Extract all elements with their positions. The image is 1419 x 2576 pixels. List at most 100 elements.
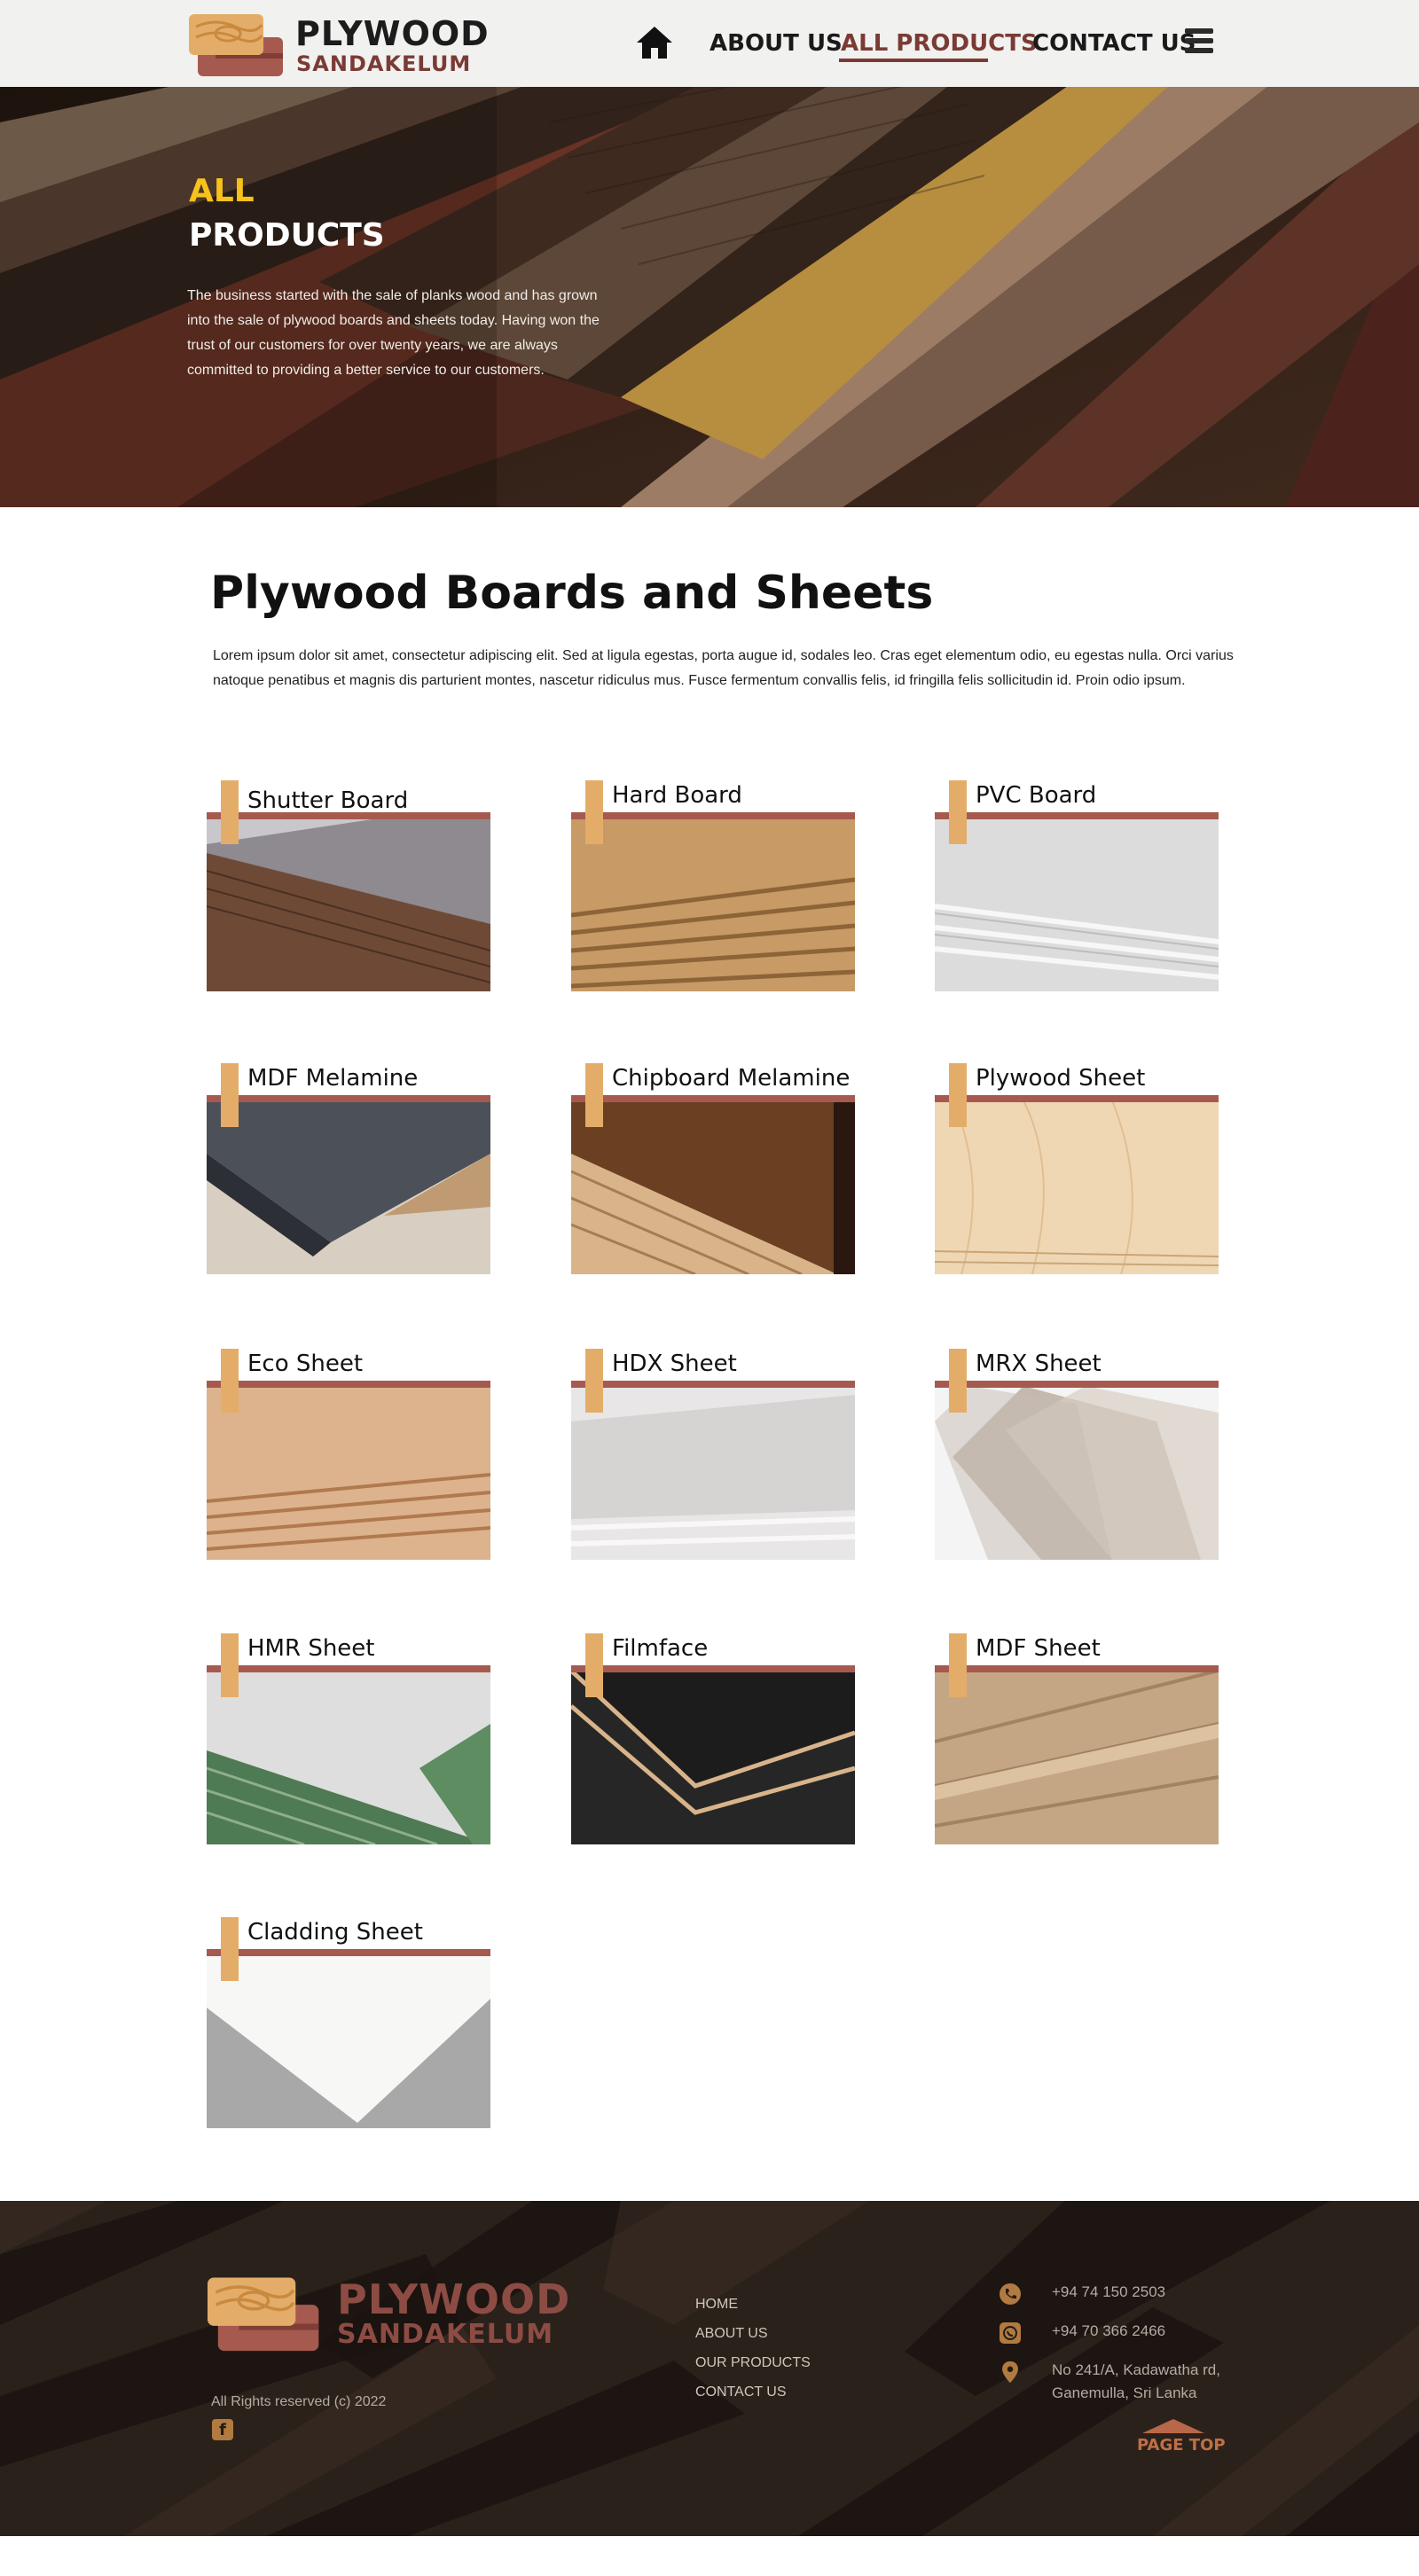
product-label[interactable]: Chipboard Melamine bbox=[612, 1063, 850, 1093]
contact-address-line1: No 241/A, Kadawatha rd, bbox=[1052, 2361, 1220, 2378]
phone-icon bbox=[1000, 2283, 1021, 2305]
location-pin-icon bbox=[1002, 2361, 1018, 2384]
product-title-bar bbox=[935, 1381, 1219, 1388]
footer-link-home[interactable]: HOME bbox=[695, 2290, 811, 2319]
product-title-bar bbox=[935, 812, 1219, 819]
product-title-bar bbox=[207, 1381, 490, 1388]
product-image[interactable] bbox=[207, 1671, 490, 1844]
product-image[interactable] bbox=[207, 1954, 490, 2128]
product-image[interactable] bbox=[935, 1671, 1219, 1844]
product-title-bar bbox=[207, 1949, 490, 1956]
product-label[interactable]: Hard Board bbox=[612, 780, 742, 810]
page-top-button[interactable]: PAGE TOP bbox=[1133, 2419, 1226, 2467]
whatsapp-icon bbox=[1000, 2322, 1021, 2344]
product-image[interactable] bbox=[571, 1671, 855, 1844]
product-tag-accent bbox=[585, 1063, 603, 1127]
product-image[interactable] bbox=[571, 1386, 855, 1560]
nav-active-underline bbox=[839, 59, 988, 62]
contact-address-line2: Ganemulla, Sri Lanka bbox=[1052, 2384, 1197, 2401]
contact-whatsapp[interactable]: +94 70 366 2466 bbox=[1052, 2320, 1165, 2343]
site-footer: PLYWOOD SANDAKELUM All Rights reserved (… bbox=[0, 2201, 1419, 2536]
home-icon[interactable] bbox=[635, 25, 674, 60]
product-tag-accent bbox=[221, 1633, 239, 1697]
page-title: Plywood Boards and Sheets bbox=[210, 567, 934, 620]
product-card[interactable]: Hard Board bbox=[571, 780, 858, 1020]
product-card[interactable]: Shutter Board bbox=[207, 780, 494, 1020]
product-image[interactable] bbox=[571, 1100, 855, 1274]
logo-mark-icon bbox=[189, 14, 283, 76]
product-tag-accent bbox=[949, 780, 967, 844]
footer-link-contact-us[interactable]: CONTACT US bbox=[695, 2377, 811, 2407]
product-title-bar bbox=[935, 1095, 1219, 1102]
product-tag-accent bbox=[585, 780, 603, 844]
product-label[interactable]: MRX Sheet bbox=[976, 1349, 1101, 1379]
copyright-text: All Rights reserved (c) 2022 bbox=[211, 2394, 387, 2409]
product-image[interactable] bbox=[207, 1386, 490, 1560]
hero-description: The business started with the sale of pl… bbox=[187, 288, 600, 378]
product-label[interactable]: Plywood Sheet bbox=[976, 1063, 1145, 1093]
product-tag-accent bbox=[949, 1633, 967, 1697]
footer-nav: HOME ABOUT US OUR PRODUCTS CONTACT US bbox=[695, 2290, 811, 2407]
product-card[interactable]: Filmface bbox=[571, 1633, 858, 1873]
product-title-bar bbox=[571, 1665, 855, 1672]
product-label[interactable]: Filmface bbox=[612, 1633, 708, 1664]
logo-text-secondary: SANDAKELUM bbox=[296, 51, 472, 76]
product-image[interactable] bbox=[571, 818, 855, 991]
arrow-up-icon bbox=[1142, 2419, 1204, 2433]
product-image[interactable] bbox=[207, 1100, 490, 1274]
product-card[interactable]: Plywood Sheet bbox=[935, 1063, 1222, 1303]
footer-logo-text-secondary: SANDAKELUM bbox=[337, 2319, 554, 2350]
hamburger-menu-icon[interactable] bbox=[1185, 28, 1213, 57]
footer-link-our-products[interactable]: OUR PRODUCTS bbox=[695, 2348, 811, 2377]
product-label[interactable]: HMR Sheet bbox=[247, 1633, 374, 1664]
product-label[interactable]: Shutter Board bbox=[247, 786, 408, 816]
product-card[interactable]: MDF Sheet bbox=[935, 1633, 1222, 1873]
product-label[interactable]: HDX Sheet bbox=[612, 1349, 737, 1379]
nav-contact-us[interactable]: CONTACT US bbox=[1032, 28, 1196, 59]
product-title-bar bbox=[935, 1665, 1219, 1672]
hero-title-line1: ALL bbox=[189, 173, 255, 209]
product-image[interactable] bbox=[207, 818, 490, 991]
product-label[interactable]: Cladding Sheet bbox=[247, 1917, 423, 1947]
product-tag-accent bbox=[221, 1917, 239, 1981]
facebook-icon[interactable]: f bbox=[212, 2419, 233, 2440]
nav-all-products[interactable]: ALL PRODUCTS bbox=[841, 28, 1038, 59]
contact-phone[interactable]: +94 74 150 2503 bbox=[1052, 2281, 1165, 2304]
product-image[interactable] bbox=[935, 818, 1219, 991]
product-label[interactable]: MDF Melamine bbox=[247, 1063, 418, 1093]
product-label[interactable]: MDF Sheet bbox=[976, 1633, 1101, 1664]
product-label[interactable]: PVC Board bbox=[976, 780, 1096, 810]
product-tag-accent bbox=[949, 1063, 967, 1127]
product-card[interactable]: Eco Sheet bbox=[207, 1349, 494, 1588]
logo-text-primary: PLYWOOD bbox=[295, 14, 490, 53]
product-label[interactable]: Eco Sheet bbox=[247, 1349, 363, 1379]
product-tag-accent bbox=[585, 1349, 603, 1413]
product-title-bar bbox=[571, 1095, 855, 1102]
nav-about-us[interactable]: ABOUT US bbox=[710, 28, 843, 59]
product-card[interactable]: MRX Sheet bbox=[935, 1349, 1222, 1588]
product-tag-accent bbox=[221, 780, 239, 844]
product-card[interactable]: MDF Melamine bbox=[207, 1063, 494, 1303]
product-card[interactable]: PVC Board bbox=[935, 780, 1222, 1020]
footer-link-about-us[interactable]: ABOUT US bbox=[695, 2319, 811, 2348]
product-tag-accent bbox=[585, 1633, 603, 1697]
hero-banner: ALL PRODUCTS The business started with t… bbox=[0, 87, 1419, 507]
page-top-label: PAGE TOP bbox=[1137, 2436, 1226, 2455]
product-title-bar bbox=[207, 1665, 490, 1672]
product-image[interactable] bbox=[935, 1100, 1219, 1274]
product-card[interactable]: Cladding Sheet bbox=[207, 1917, 494, 2157]
product-tag-accent bbox=[221, 1349, 239, 1413]
site-logo[interactable]: PLYWOOD SANDAKELUM bbox=[189, 14, 489, 78]
hero-title-line2: PRODUCTS bbox=[189, 217, 385, 254]
footer-logo-mark-icon bbox=[208, 2277, 319, 2352]
page-description: Lorem ipsum dolor sit amet, consectetur … bbox=[213, 648, 1234, 688]
product-image[interactable] bbox=[935, 1386, 1219, 1560]
footer-logo[interactable]: PLYWOOD SANDAKELUM bbox=[208, 2275, 569, 2355]
product-card[interactable]: HMR Sheet bbox=[207, 1633, 494, 1873]
product-card[interactable]: Chipboard Melamine bbox=[571, 1063, 858, 1303]
product-card[interactable]: HDX Sheet bbox=[571, 1349, 858, 1588]
product-title-bar bbox=[571, 812, 855, 819]
product-tag-accent bbox=[949, 1349, 967, 1413]
product-title-bar bbox=[207, 1095, 490, 1102]
footer-logo-text-primary: PLYWOOD bbox=[337, 2275, 571, 2323]
